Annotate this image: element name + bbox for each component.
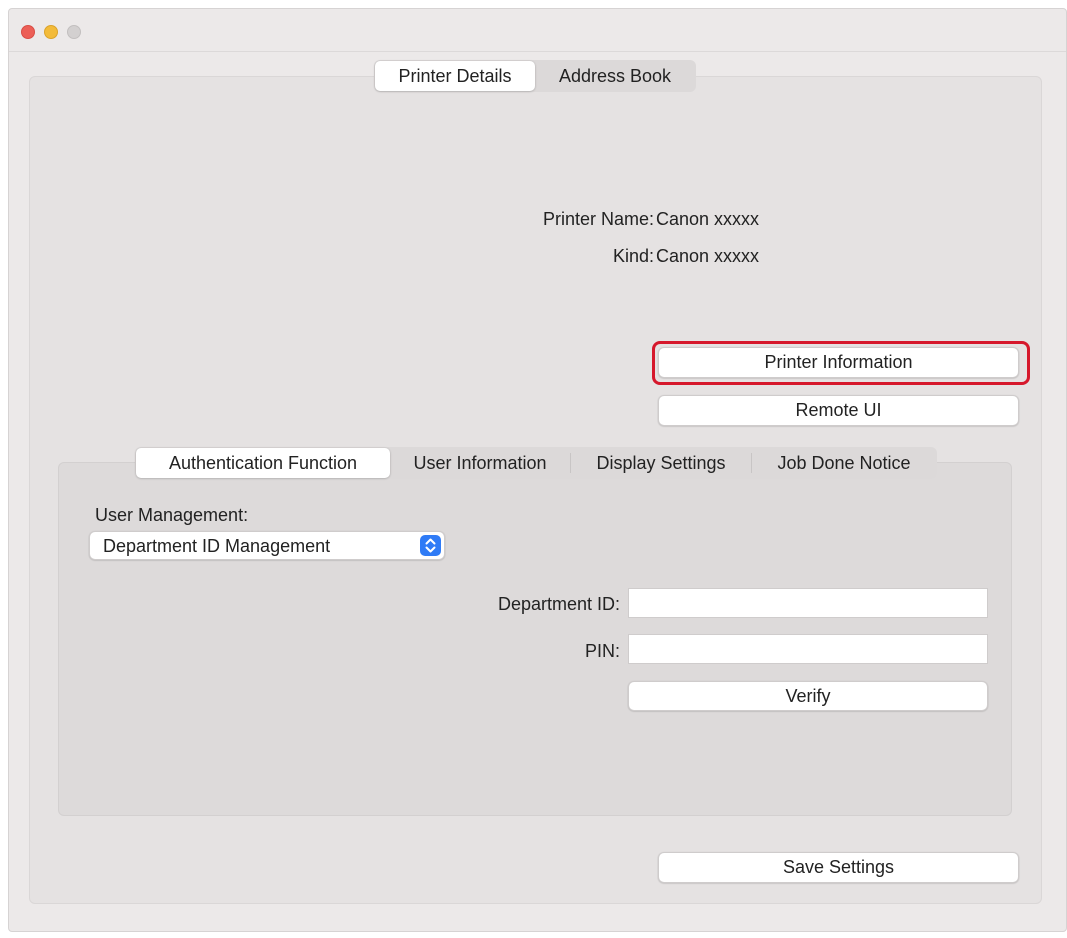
verify-button[interactable]: Verify — [628, 681, 988, 711]
kind-value: Canon xxxxx — [656, 246, 760, 266]
user-management-value: Department ID Management — [103, 536, 331, 556]
kind-label: Kind: — [612, 246, 654, 266]
settings-tab-bar: Authentication Function User Information… — [135, 447, 937, 479]
tab-user-information[interactable]: User Information — [390, 448, 570, 478]
pin-label: PIN: — [584, 641, 620, 661]
printer-name-value: Canon xxxxx — [656, 209, 760, 229]
minimize-window-button[interactable] — [44, 25, 58, 39]
printer-name-label: Printer Name: — [542, 209, 654, 229]
tab-printer-details[interactable]: Printer Details — [375, 61, 535, 91]
tab-authentication-function[interactable]: Authentication Function — [136, 448, 390, 478]
printer-information-button[interactable]: Printer Information — [658, 347, 1019, 378]
tab-job-done-notice[interactable]: Job Done Notice — [752, 448, 936, 478]
remote-ui-button[interactable]: Remote UI — [658, 395, 1019, 426]
pin-field[interactable] — [628, 634, 988, 664]
user-management-label: User Management: — [95, 505, 249, 525]
tab-display-settings[interactable]: Display Settings — [571, 448, 751, 478]
user-management-popup[interactable]: Department ID Management — [89, 531, 445, 560]
department-id-label: Department ID: — [497, 594, 620, 614]
zoom-window-button[interactable] — [67, 25, 81, 39]
save-settings-button[interactable]: Save Settings — [658, 852, 1019, 883]
tab-address-book[interactable]: Address Book — [535, 61, 695, 91]
title-bar — [9, 9, 1066, 52]
up-down-chevron-icon — [420, 535, 441, 556]
main-tab-bar: Printer Details Address Book — [374, 60, 696, 92]
department-id-field[interactable] — [628, 588, 988, 618]
close-window-button[interactable] — [21, 25, 35, 39]
